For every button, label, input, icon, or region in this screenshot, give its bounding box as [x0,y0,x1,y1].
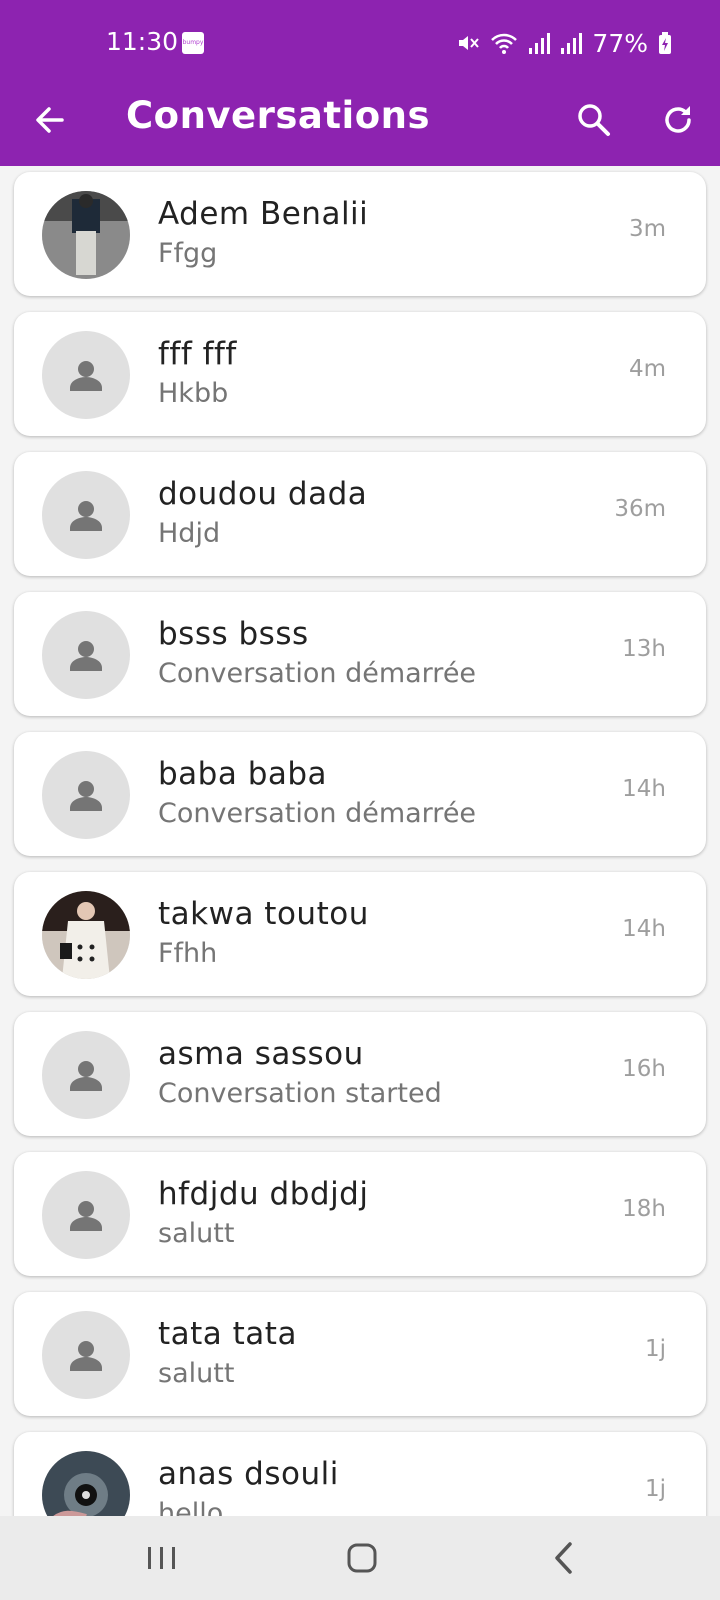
message-preview: Hkbb [158,378,229,409]
signal-icon [528,31,551,55]
message-preview: Ffhh [158,938,218,969]
contact-name: tata tata [158,1316,297,1352]
message-preview: Conversation démarrée [158,658,477,689]
message-preview: salutt [158,1218,235,1249]
contact-name: bsss bsss [158,616,309,652]
contact-name: baba baba [158,756,328,792]
message-time: 14h [622,776,666,802]
conversation-item[interactable]: takwa toutou Ffhh 14h [14,872,706,996]
avatar-photo [42,191,130,279]
mute-icon [456,31,480,55]
message-time: 16h [622,1056,666,1082]
message-preview: Hdjd [158,518,221,549]
contact-name: hfdjdu dbdjdj [158,1176,369,1212]
arrow-left-icon[interactable] [28,98,72,142]
message-time: 1j [644,1336,666,1362]
contact-name: doudou dada [158,476,368,512]
message-time: 36m [614,496,666,522]
home-icon[interactable] [340,1536,384,1580]
page-title: Conversations [126,94,431,137]
contact-name: anas dsouli [158,1456,339,1492]
contact-name: fff fff [158,336,237,372]
wifi-icon [490,31,518,55]
message-time: 1j [644,1476,666,1502]
person-icon [42,1031,130,1119]
message-preview: Conversation started [158,1078,442,1109]
person-icon [42,331,130,419]
conversation-item[interactable]: Adem Benalii Ffgg 3m [14,172,706,296]
conversation-item[interactable]: doudou dada Hdjd 36m [14,452,706,576]
conversation-list[interactable]: Adem Benalii Ffgg 3m fff fff Hkbb 4m dou… [0,166,720,1516]
contact-name: takwa toutou [158,896,369,932]
system-nav-bar [0,1516,720,1600]
search-icon[interactable] [572,98,616,142]
contact-name: Adem Benalii [158,196,369,232]
message-time: 18h [622,1196,666,1222]
battery-percent: 77% [592,28,648,58]
conversation-item[interactable]: anas dsouli hello 1j [14,1432,706,1516]
person-icon [42,611,130,699]
person-icon [42,1311,130,1399]
conversation-item[interactable]: asma sassou Conversation started 16h [14,1012,706,1136]
conversation-item[interactable]: baba baba Conversation démarrée 14h [14,732,706,856]
conversation-item[interactable]: tata tata salutt 1j [14,1292,706,1416]
message-time: 14h [622,916,666,942]
person-icon [42,751,130,839]
avatar-photo [42,1451,130,1516]
status-icons: 77% [456,28,672,58]
recents-icon[interactable] [142,1538,182,1578]
person-icon [42,471,130,559]
app-bar: Conversations [0,80,720,166]
status-bar: 11:30 bumpy 77% [0,0,720,80]
app-notification-icon: bumpy [182,32,204,54]
person-icon [42,1171,130,1259]
message-preview: hello [158,1498,224,1516]
conversation-item[interactable]: hfdjdu dbdjdj salutt 18h [14,1152,706,1276]
contact-name: asma sassou [158,1036,364,1072]
message-preview: Conversation démarrée [158,798,477,829]
message-preview: Ffgg [158,238,218,269]
battery-charging-icon [658,31,672,55]
conversation-item[interactable]: fff fff Hkbb 4m [14,312,706,436]
message-preview: salutt [158,1358,235,1389]
signal-icon [560,31,583,55]
back-icon[interactable] [546,1536,582,1580]
refresh-icon[interactable] [656,98,700,142]
message-time: 13h [622,636,666,662]
message-time: 3m [628,216,666,242]
conversation-item[interactable]: bsss bsss Conversation démarrée 13h [14,592,706,716]
status-time: 11:30 [106,27,179,56]
avatar-photo [42,891,130,979]
message-time: 4m [628,356,666,382]
